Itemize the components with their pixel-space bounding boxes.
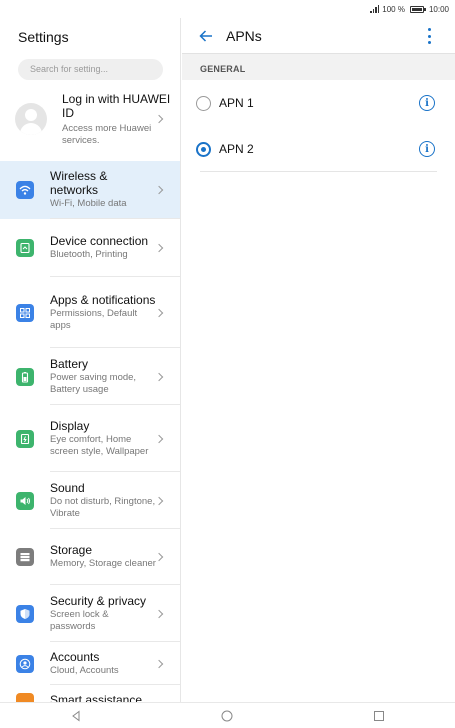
avatar — [15, 103, 47, 135]
device-connection-icon — [16, 239, 34, 257]
wifi-icon — [16, 181, 34, 199]
item-title: Wireless & networks — [50, 169, 108, 197]
account-title: Log in with HUAWEI ID — [62, 91, 171, 120]
sidebar-item-sound[interactable]: Sound Do not disturb, Ringtone, Vibrate — [0, 472, 180, 529]
sidebar-item-storage[interactable]: Storage Memory, Storage cleaner — [0, 529, 180, 585]
status-bar: 100 % 10:00 — [0, 0, 455, 18]
sidebar-item-device-connection[interactable]: Device connection Bluetooth, Printing — [0, 219, 180, 277]
item-subtitle: Bluetooth, Printing — [50, 249, 128, 260]
item-title: Accounts — [50, 649, 100, 664]
item-title: Security & privacy — [50, 593, 147, 608]
more-options-icon[interactable] — [427, 28, 431, 44]
item-subtitle: Permissions, Default apps — [50, 307, 138, 331]
smart-assistance-icon — [16, 693, 34, 702]
battery-icon — [16, 367, 34, 386]
item-title: Storage — [50, 543, 93, 557]
sidebar-item-display[interactable]: Display Eye comfort, Home screen style, … — [0, 405, 180, 472]
apns-panel: APNs GENERAL APN 1 i APN 2 i — [182, 18, 455, 702]
apn-item-2[interactable]: APN 2 i — [182, 126, 455, 172]
item-title: Sound — [50, 480, 85, 495]
item-title: Apps & notifications — [50, 292, 156, 307]
item-subtitle: Eye comfort, Home screen style, Wallpape… — [50, 433, 149, 457]
account-subtitle: Access more Huawei services. — [62, 122, 152, 146]
apns-header: APNs — [182, 18, 455, 54]
apn-1-radio[interactable] — [196, 95, 211, 111]
navigation-bar — [0, 702, 455, 728]
section-header-general: GENERAL — [182, 54, 455, 80]
item-text: Smart assistance — [50, 693, 180, 702]
nav-back-icon[interactable] — [70, 710, 82, 722]
shield-icon — [16, 604, 34, 623]
apn-name: APN 1 — [219, 96, 254, 110]
item-subtitle: Do not disturb, Ringtone, Vibrate — [50, 495, 156, 519]
nav-recents-icon[interactable] — [373, 710, 385, 722]
signal-icon — [370, 5, 380, 13]
sidebar-item-battery[interactable]: Battery Power saving mode, Battery usage — [0, 348, 180, 405]
clock: 10:00 — [428, 4, 449, 14]
huawei-id-login[interactable]: Log in with HUAWEI ID Access more Huawei… — [0, 84, 180, 154]
settings-panel: Settings Search for setting... Log in wi… — [0, 18, 181, 702]
back-arrow-icon[interactable] — [198, 28, 214, 44]
sidebar-item-smart-assistance[interactable]: Smart assistance — [0, 685, 180, 702]
page-title: APNs — [226, 28, 262, 44]
item-subtitle: Screen lock & passwords — [50, 608, 109, 632]
item-subtitle: Wi-Fi, Mobile data — [50, 198, 127, 209]
item-title: Battery — [50, 356, 89, 371]
item-subtitle: Power saving mode, Battery usage — [50, 371, 137, 395]
info-icon[interactable]: i — [419, 141, 435, 157]
apn-name: APN 2 — [219, 142, 254, 156]
settings-list: Wireless & networks Wi-Fi, Mobile data D… — [0, 161, 180, 702]
display-icon — [16, 429, 34, 448]
item-title: Device connection — [50, 234, 149, 248]
sidebar-item-accounts[interactable]: Accounts Cloud, Accounts — [0, 642, 180, 685]
account-icon — [16, 654, 34, 673]
storage-icon — [16, 548, 34, 566]
nav-home-icon[interactable] — [221, 710, 233, 722]
sound-icon — [16, 491, 34, 510]
sidebar-item-security-privacy[interactable]: Security & privacy Screen lock & passwor… — [0, 585, 180, 642]
settings-title: Settings — [18, 29, 69, 45]
apps-icon — [16, 303, 34, 322]
item-title: Smart assistance — [50, 693, 143, 702]
sidebar-item-apps-notifications[interactable]: Apps & notifications Permissions, Defaul… — [0, 277, 180, 348]
item-title: Display — [50, 418, 90, 433]
battery-percent: 100 % — [382, 4, 405, 14]
apn-2-radio[interactable] — [196, 141, 211, 157]
item-subtitle: Cloud, Accounts — [50, 664, 119, 676]
item-subtitle: Memory, Storage cleaner — [50, 558, 156, 569]
sidebar-item-wireless-networks[interactable]: Wireless & networks Wi-Fi, Mobile data — [0, 161, 180, 219]
apn-item-1[interactable]: APN 1 i — [182, 80, 455, 126]
search-input[interactable]: Search for setting... — [18, 59, 163, 80]
divider — [200, 171, 437, 172]
info-icon[interactable]: i — [419, 95, 435, 111]
battery-status-icon — [409, 5, 426, 13]
